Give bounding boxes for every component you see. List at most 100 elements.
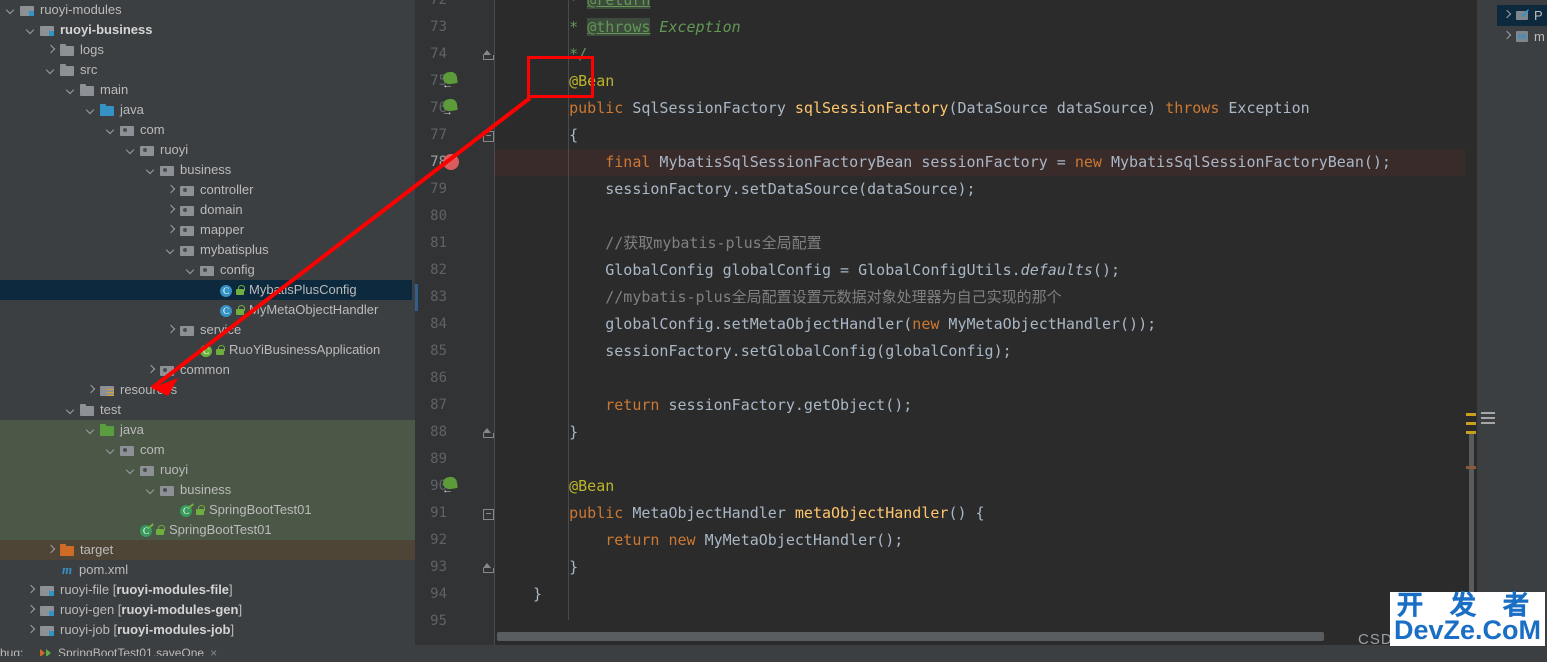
- gutter-row[interactable]: 82: [415, 257, 495, 284]
- gutter-row[interactable]: 76 →: [415, 95, 495, 122]
- tree-item-target[interactable]: target: [0, 540, 415, 560]
- tree-item-mybatisplus[interactable]: mybatisplus: [0, 240, 415, 260]
- gutter-row[interactable]: 77: [415, 122, 495, 149]
- tree-item-test[interactable]: test: [0, 400, 415, 420]
- gutter-row[interactable]: 95: [415, 608, 495, 635]
- tree-item-ruoyi[interactable]: ruoyi: [0, 460, 415, 480]
- right-panel-item-problems[interactable]: P: [1497, 5, 1547, 26]
- tree-item-mapper[interactable]: mapper: [0, 220, 415, 240]
- code-line[interactable]: sessionFactory.setDataSource(dataSource)…: [495, 176, 1465, 203]
- tree-item-com[interactable]: com: [0, 440, 415, 460]
- gutter-row[interactable]: 88: [415, 419, 495, 446]
- code-line[interactable]: */: [495, 41, 1465, 68]
- chevron-right-icon[interactable]: [166, 325, 177, 336]
- tree-item-resources[interactable]: resources: [0, 380, 415, 400]
- gutter-row[interactable]: 80: [415, 203, 495, 230]
- editor-marker[interactable]: [1466, 422, 1476, 425]
- tree-item-business[interactable]: business: [0, 480, 415, 500]
- chevron-right-icon[interactable]: [166, 225, 177, 236]
- gutter-row[interactable]: 78: [415, 149, 495, 176]
- chevron-right-icon[interactable]: [46, 45, 57, 56]
- code-line[interactable]: [495, 365, 1465, 392]
- code-line[interactable]: }: [495, 419, 1465, 446]
- chevron-down-icon[interactable]: [166, 245, 177, 256]
- gutter-row[interactable]: 90 ←: [415, 473, 495, 500]
- code-line[interactable]: public MetaObjectHandler metaObjectHandl…: [495, 500, 1465, 527]
- editor-horizontal-scrollbar[interactable]: [497, 632, 1324, 641]
- spring-bean-gutter-icon[interactable]: →: [441, 98, 459, 118]
- gutter-row[interactable]: 86: [415, 365, 495, 392]
- code-line[interactable]: @Bean: [495, 68, 1465, 95]
- editor-code-area[interactable]: * @return * @throws Exception */ @Bean p…: [495, 0, 1465, 645]
- gutter-row[interactable]: 94: [415, 581, 495, 608]
- spring-bean-gutter-icon[interactable]: ←: [441, 71, 459, 91]
- tree-item-logs[interactable]: logs: [0, 40, 415, 60]
- code-line[interactable]: * @throws Exception: [495, 14, 1465, 41]
- tree-item-pom.xml[interactable]: m pom.xml: [0, 560, 415, 580]
- code-line[interactable]: final MybatisSqlSessionFactoryBean sessi…: [495, 149, 1465, 176]
- code-fold-end-icon[interactable]: [483, 50, 494, 60]
- tree-item-ruoyi[interactable]: ruoyi: [0, 140, 415, 160]
- code-fold-collapse-icon[interactable]: [483, 131, 494, 142]
- tree-item-ruoyi-modules[interactable]: ruoyi-modules: [0, 0, 415, 20]
- tree-item-domain[interactable]: domain: [0, 200, 415, 220]
- gutter-row[interactable]: 87: [415, 392, 495, 419]
- tree-item-controller[interactable]: controller: [0, 180, 415, 200]
- code-line[interactable]: [495, 608, 1465, 635]
- code-line[interactable]: globalConfig.setMetaObjectHandler(new My…: [495, 311, 1465, 338]
- editor-gutter[interactable]: 72 73 74 75 ← 76 → 77 78 79 80 81 82 83 84 85 86 87 88 89 90…: [415, 0, 495, 645]
- gutter-row[interactable]: 79: [415, 176, 495, 203]
- tree-item-springboottest01[interactable]: C SpringBootTest01: [0, 500, 415, 520]
- right-panel-item-maven[interactable]: m: [1497, 26, 1547, 47]
- code-line[interactable]: {: [495, 122, 1465, 149]
- chevron-down-icon[interactable]: [146, 165, 157, 176]
- breakpoint-icon[interactable]: [443, 154, 459, 170]
- tree-item-springboottest01[interactable]: C SpringBootTest01: [0, 520, 415, 540]
- editor-marker[interactable]: [1466, 413, 1476, 416]
- chevron-right-icon[interactable]: [26, 585, 37, 596]
- tree-item-com[interactable]: com: [0, 120, 415, 140]
- tree-item-ruoyi-job[interactable]: ruoyi-job [ruoyi-modules-job]: [0, 620, 415, 640]
- right-tool-window-bar[interactable]: P m: [1497, 0, 1547, 645]
- tree-item-java[interactable]: java: [0, 420, 415, 440]
- tree-item-mybatisplusconfig[interactable]: C MybatisPlusConfig: [0, 280, 415, 300]
- code-line[interactable]: * @return: [495, 0, 1465, 14]
- gutter-row[interactable]: 92: [415, 527, 495, 554]
- chevron-right-icon[interactable]: [166, 185, 177, 196]
- chevron-down-icon[interactable]: [126, 465, 137, 476]
- gutter-row[interactable]: 73: [415, 14, 495, 41]
- tree-item-ruoyi-file[interactable]: ruoyi-file [ruoyi-modules-file]: [0, 580, 415, 600]
- code-line[interactable]: public SqlSessionFactory sqlSessionFacto…: [495, 95, 1465, 122]
- gutter-row[interactable]: 93: [415, 554, 495, 581]
- chevron-down-icon[interactable]: [106, 125, 117, 136]
- tree-item-mymetaobjecthandler[interactable]: C MyMetaObjectHandler: [0, 300, 415, 320]
- chevron-down-icon[interactable]: [126, 145, 137, 156]
- chevron-right-icon[interactable]: [146, 365, 157, 376]
- editor-marker[interactable]: [1466, 431, 1476, 434]
- gutter-row[interactable]: 83: [415, 284, 495, 311]
- tree-item-ruoyibusinessapplication[interactable]: C RuoYiBusinessApplication: [0, 340, 415, 360]
- chevron-down-icon[interactable]: [86, 425, 97, 436]
- chevron-down-icon[interactable]: [26, 25, 37, 36]
- chevron-right-icon[interactable]: [46, 545, 57, 556]
- editor-marker[interactable]: [1466, 466, 1476, 469]
- tree-item-common[interactable]: common: [0, 360, 415, 380]
- tree-item-ruoyi-business[interactable]: ruoyi-business: [0, 20, 415, 40]
- tree-item-src[interactable]: src: [0, 60, 415, 80]
- tree-item-main[interactable]: main: [0, 80, 415, 100]
- gutter-row[interactable]: 72: [415, 0, 495, 14]
- gutter-row[interactable]: 89: [415, 446, 495, 473]
- tree-item-ruoyi-gen[interactable]: ruoyi-gen [ruoyi-modules-gen]: [0, 600, 415, 620]
- gutter-row[interactable]: 84: [415, 311, 495, 338]
- code-line[interactable]: }: [495, 554, 1465, 581]
- chevron-down-icon[interactable]: [186, 265, 197, 276]
- code-line[interactable]: //mybatis-plus全局配置设置元数据对象处理器为自己实现的那个: [495, 284, 1465, 311]
- gutter-row[interactable]: 75 ←: [415, 68, 495, 95]
- chevron-down-icon[interactable]: [106, 445, 117, 456]
- chevron-down-icon[interactable]: [66, 405, 77, 416]
- tree-item-java[interactable]: java: [0, 100, 415, 120]
- code-line[interactable]: @Bean: [495, 473, 1465, 500]
- chevron-down-icon[interactable]: [66, 85, 77, 96]
- code-line[interactable]: return sessionFactory.getObject();: [495, 392, 1465, 419]
- chevron-right-icon[interactable]: [166, 205, 177, 216]
